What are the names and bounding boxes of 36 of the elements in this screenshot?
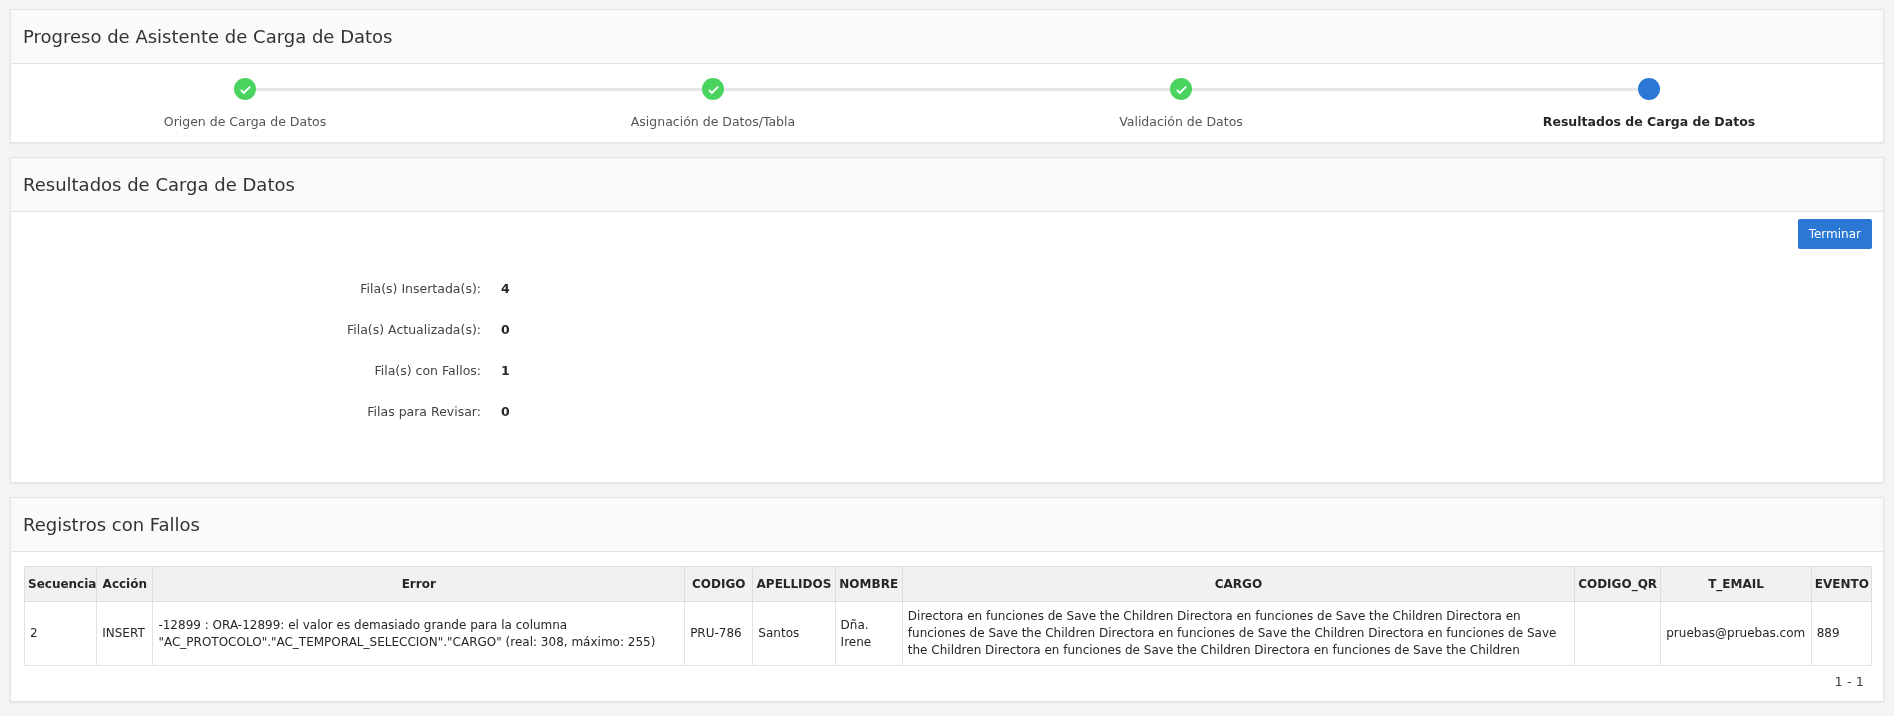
panel-title: Resultados de Carga de Datos	[23, 174, 295, 195]
panel-title: Progreso de Asistente de Carga de Datos	[23, 26, 393, 47]
stat-label: Fila(s) con Fallos:	[373, 363, 481, 378]
table-cell: Santos	[752, 601, 836, 666]
column-header: Acción	[96, 566, 153, 602]
column-header: Error	[152, 566, 685, 602]
table-cell: INSERT	[96, 601, 153, 666]
step-label: Validación de Datos	[1119, 114, 1243, 129]
stat-value: 4	[501, 281, 511, 296]
table-cell: Dña. Irene	[835, 601, 903, 666]
stat-value: 1	[501, 363, 511, 378]
finish-button[interactable]: Terminar	[1797, 219, 1872, 249]
table-cell: 889	[1811, 601, 1872, 666]
column-header: EVENTO	[1811, 566, 1872, 602]
table-cell: -12899 : ORA-12899: el valor es demasiado grande para la columna "AC_PROTOCOLO"."AC_TEMPORAL_SELECCION"."CARGO" (real: 308, máximo: 255)	[152, 601, 685, 666]
column-header: CODIGO	[684, 566, 753, 602]
pagination-label: 1 - 1	[1834, 674, 1864, 689]
step-label: Asignación de Datos/Tabla	[630, 114, 796, 129]
column-header: NOMBRE	[835, 566, 903, 602]
table-cell: 2	[24, 601, 97, 666]
panel-title: Registros con Fallos	[23, 514, 200, 535]
column-header: Secuencia	[24, 566, 97, 602]
table-cell: pruebas@pruebas.com	[1660, 601, 1812, 666]
table-cell: PRU-786	[684, 601, 753, 666]
stat-label: Filas para Revisar:	[366, 404, 481, 419]
column-header: CODIGO_QR	[1574, 566, 1661, 602]
column-header: T_EMAIL	[1660, 566, 1812, 602]
column-header: APELLIDOS	[752, 566, 836, 602]
step-label: Resultados de Carga de Datos	[1542, 114, 1756, 129]
stat-value: 0	[501, 404, 511, 419]
step-label: Origen de Carga de Datos	[163, 114, 327, 129]
stat-label: Fila(s) Actualizada(s):	[345, 322, 481, 337]
column-header: CARGO	[902, 566, 1575, 602]
stat-label: Fila(s) Insertada(s):	[359, 281, 481, 296]
stat-value: 0	[501, 322, 511, 337]
table-cell: Directora en funciones de Save the Children Directora en funciones de Save the Children Directora en funciones de Save the Children Directora en funciones de Save the Children Directora en funciones de Save the Children Directora en funciones de Save the Children Directora en funciones de Save the Children	[902, 601, 1575, 666]
